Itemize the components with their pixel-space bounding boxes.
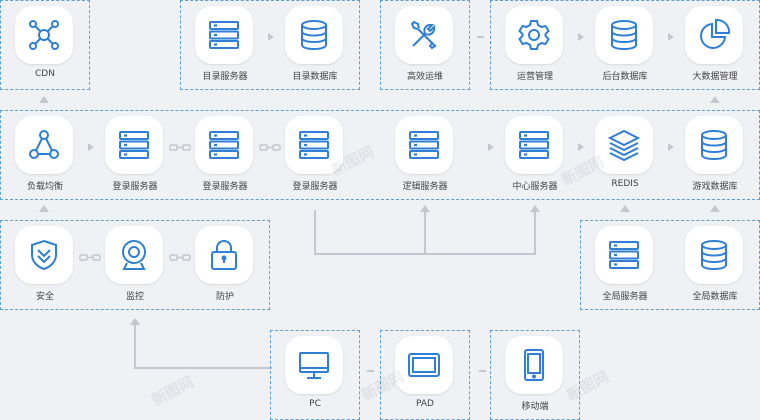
node-label: 安全 <box>35 292 54 302</box>
load-balance-icon <box>29 130 59 159</box>
server-icon <box>209 131 239 159</box>
node-label: 目录数据库 <box>292 72 338 82</box>
tile <box>395 116 453 174</box>
tile <box>685 6 743 64</box>
node-label: 监控 <box>125 292 144 302</box>
arrow-up-logic <box>420 205 430 212</box>
gear-icon <box>518 20 550 50</box>
server-icon <box>609 241 639 269</box>
database-icon <box>611 20 637 51</box>
arrow-up-gamedb <box>710 205 720 212</box>
tablet-icon <box>408 353 440 377</box>
shield-icon <box>31 239 57 271</box>
tile <box>15 226 73 284</box>
arrow-up-bigdata <box>710 96 720 103</box>
database-icon <box>301 20 327 51</box>
tile <box>505 336 563 394</box>
node-label: 大数据管理 <box>692 72 738 82</box>
node-label: PAD <box>416 399 434 409</box>
lock-icon <box>211 239 237 270</box>
webcam-icon <box>122 240 146 270</box>
tools-icon <box>410 20 437 50</box>
node-label: 负载均衡 <box>26 182 63 192</box>
arrow-up-center <box>530 205 540 212</box>
node-directory-db[interactable]: 目录数据库 <box>280 0 350 90</box>
tile <box>595 226 653 284</box>
node-label: 登录服务器 <box>112 182 158 192</box>
node-monitor[interactable]: 监控 <box>100 220 170 310</box>
layers-icon <box>607 129 641 162</box>
tile <box>505 116 563 174</box>
node-security[interactable]: 安全 <box>10 220 80 310</box>
node-pc[interactable]: PC <box>280 330 350 420</box>
node-cdn[interactable]: CDN <box>10 0 80 90</box>
node-label: 全局数据库 <box>692 292 738 302</box>
node-label: 目录服务器 <box>202 72 248 82</box>
smartphone-icon <box>524 349 544 381</box>
server-icon <box>409 131 439 159</box>
tile <box>15 116 73 174</box>
node-label: REDIS <box>611 179 639 189</box>
server-icon <box>119 131 149 159</box>
node-backend-db[interactable]: 后台数据库 <box>590 0 660 90</box>
node-operations-management[interactable]: 运营管理 <box>500 0 570 90</box>
database-icon <box>701 240 727 271</box>
tile <box>105 116 163 174</box>
tile <box>195 6 253 64</box>
node-label: 游戏数据库 <box>692 182 738 192</box>
node-label: CDN <box>35 69 55 79</box>
tile <box>505 6 563 64</box>
tile <box>285 336 343 394</box>
network-icon <box>29 20 59 50</box>
node-label: 防护 <box>215 292 234 302</box>
node-label: 逻辑服务器 <box>402 182 448 192</box>
node-login-server-2[interactable]: 登录服务器 <box>190 110 260 200</box>
arrow-up-cdn <box>39 96 49 103</box>
tile <box>395 6 453 64</box>
node-redis[interactable]: REDIS <box>590 110 660 200</box>
node-label: 运营管理 <box>516 72 553 82</box>
node-logic-server[interactable]: 逻辑服务器 <box>390 110 460 200</box>
tile <box>15 6 73 64</box>
node-label: PC <box>309 399 321 409</box>
node-label: 高效运维 <box>406 72 443 82</box>
arrow-up-redis <box>620 205 630 212</box>
tile <box>595 6 653 64</box>
arrow-up-monitor <box>130 318 140 325</box>
node-label: 全局服务器 <box>602 292 648 302</box>
arrow-up-lb <box>39 205 49 212</box>
node-center-server[interactable]: 中心服务器 <box>500 110 570 200</box>
tile <box>285 6 343 64</box>
node-label: 登录服务器 <box>202 182 248 192</box>
node-label: 后台数据库 <box>602 72 648 82</box>
node-bigdata[interactable]: 大数据管理 <box>680 0 750 90</box>
server-icon <box>299 131 329 159</box>
tile <box>105 226 163 284</box>
node-directory-server[interactable]: 目录服务器 <box>190 0 260 90</box>
node-login-server-1[interactable]: 登录服务器 <box>100 110 170 200</box>
database-icon <box>701 130 727 161</box>
pc-to-monitor-line <box>134 322 272 369</box>
tile <box>685 226 743 284</box>
monitor-icon <box>299 352 329 379</box>
node-load-balancer[interactable]: 负载均衡 <box>10 110 80 200</box>
node-protection[interactable]: 防护 <box>190 220 260 310</box>
node-ops[interactable]: 高效运维 <box>390 0 460 90</box>
node-mobile[interactable]: 移动端 <box>500 330 570 420</box>
node-global-server[interactable]: 全局服务器 <box>590 220 660 310</box>
tile <box>195 226 253 284</box>
server-icon <box>519 131 549 159</box>
pie-chart-icon <box>700 18 731 49</box>
node-global-db[interactable]: 全局数据库 <box>680 220 750 310</box>
tile <box>195 116 253 174</box>
tile <box>685 116 743 174</box>
node-game-db[interactable]: 游戏数据库 <box>680 110 750 200</box>
node-label: 登录服务器 <box>292 182 338 192</box>
server-icon <box>209 21 239 49</box>
architecture-diagram: CDN 目录服务器 目录数据库 高效运维 运营管理 后台数据库 大数据管理 负载… <box>0 0 760 420</box>
